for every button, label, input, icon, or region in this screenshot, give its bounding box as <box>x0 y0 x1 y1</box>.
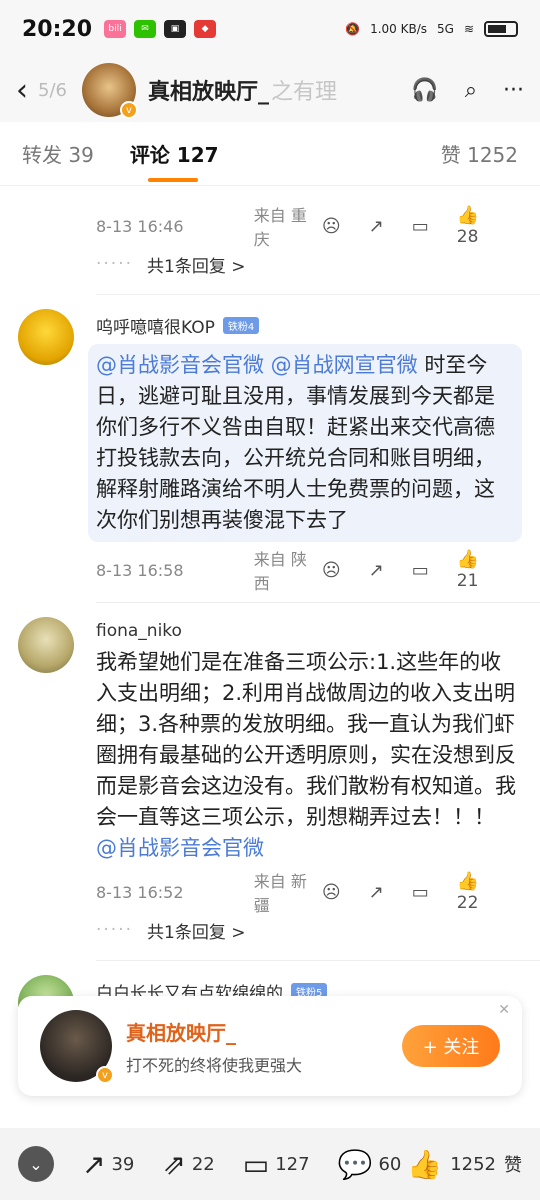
like-icon[interactable]: 👍 21 <box>457 549 504 591</box>
comment-location: 来自 陕西 <box>253 550 307 593</box>
follow-button[interactable]: + 关注 <box>402 1025 500 1067</box>
status-time: 20:20 <box>22 16 93 42</box>
comment-item: 呜呼噫嘻很KOP 铁粉4 @肖战影音会官微 @肖战网宣官微 时至今日，逃避可耻且… <box>0 295 540 593</box>
mention-link[interactable]: @肖战影音会官微 @肖战网宣官微 <box>96 353 418 377</box>
tab-bar: 转发 39 评论 127 赞 1252 <box>0 122 540 186</box>
comment-time: 8-13 16:58 <box>96 560 184 580</box>
reply-icon[interactable]: ▭ <box>412 560 429 581</box>
comment-meta: 8-13 16:52 来自 新疆 ☹ ↗ ▭ 👍 22 <box>96 871 522 915</box>
search-icon[interactable]: ⌕ <box>465 78 477 103</box>
follow-card-name[interactable]: 真相放映厅_ <box>126 1017 302 1046</box>
view-replies-link[interactable]: ····· 共1条回复 > <box>96 246 540 282</box>
like-icon: 👍 <box>407 1147 443 1181</box>
top-bar: ‹ 5/6 v 真相放映厅_ 之有理 🎧 ⌕ ··· <box>0 58 540 122</box>
comment-text: @肖战影音会官微 @肖战网宣官微 时至今日，逃避可耻且没用，事情发展到今天都是你… <box>88 344 522 542</box>
status-indicators: 🔕 1.00 KB/s 5G ≋ <box>345 21 518 37</box>
mute-icon: 🔕 <box>345 22 361 36</box>
like-icon[interactable]: 👍 28 <box>457 205 504 247</box>
battery-icon <box>484 21 518 37</box>
comment-meta: 8-13 16:58 来自 陕西 ☹ ↗ ▭ 👍 21 <box>96 549 522 593</box>
more-icon[interactable]: ··· <box>503 78 524 103</box>
share-button[interactable]: ⇗ 22 <box>162 1148 214 1181</box>
ghost-text: 之有理 <box>271 80 338 105</box>
wechat-icon: ✉ <box>134 20 157 38</box>
share-icon[interactable]: ↗ <box>369 560 384 581</box>
author-name[interactable]: 真相放映厅_ <box>148 74 269 106</box>
author-avatar[interactable]: v <box>82 63 138 119</box>
repost-icon: ↗ <box>82 1147 106 1181</box>
signal-label: 5G <box>437 22 454 36</box>
app-icon-red: ◆ <box>194 20 217 38</box>
comment-text: 我希望她们是在准备三项公示:1.这些年的收入支出明细；2.利用肖战做周边的收入支… <box>96 650 516 860</box>
follow-card-subtitle: 打不死的终将使我更强大 <box>126 1055 303 1075</box>
share-icon: ⇗ <box>162 1147 186 1181</box>
follow-card-avatar[interactable]: v <box>40 1010 114 1084</box>
chat-bubble-icon: 💬 <box>337 1147 373 1181</box>
dislike-icon[interactable]: ☹ <box>322 216 341 237</box>
share-icon[interactable]: ↗ <box>369 882 384 903</box>
comment-item: fiona_niko 我希望她们是在准备三项公示:1.这些年的收入支出明细；2.… <box>0 603 540 915</box>
repost-button[interactable]: ↗ 39 <box>82 1148 134 1181</box>
reply-icon[interactable]: ▭ <box>412 216 429 237</box>
listen-icon[interactable]: 🎧 <box>411 78 438 103</box>
page-indicator: 5/6 <box>38 79 67 101</box>
like-button[interactable]: 👍 1252 赞 <box>407 1148 522 1181</box>
comment-meta: 8-13 16:46 来自 重庆 ☹ ↗ ▭ 👍 28 <box>96 205 522 249</box>
comment-location: 来自 重庆 <box>253 206 307 249</box>
dislike-icon[interactable]: ☹ <box>322 882 341 903</box>
app-icon: ▣ <box>164 20 187 38</box>
chat-button[interactable]: 💬 60 <box>338 1148 402 1181</box>
verified-badge-icon: v <box>120 101 138 119</box>
tab-likes[interactable]: 赞 1252 <box>441 139 518 168</box>
bottom-action-bar: ⌄ ↗ 39 ⇗ 22 ▭ 127 💬 60 👍 1252 赞 <box>0 1128 540 1200</box>
follow-card: v 真相放映厅_ 打不死的终将使我更强大 + 关注 ✕ <box>18 996 522 1096</box>
comment-location: 来自 新疆 <box>253 872 307 915</box>
commenter-avatar[interactable] <box>18 309 74 365</box>
wifi-icon: ≋ <box>463 22 474 36</box>
collapse-icon[interactable]: ⌄ <box>18 1146 54 1182</box>
verified-badge-icon: v <box>96 1066 114 1084</box>
close-icon[interactable]: ✕ <box>498 1002 510 1018</box>
tab-comments[interactable]: 评论 127 <box>130 139 219 182</box>
reply-icon[interactable]: ▭ <box>412 882 429 903</box>
comment-time: 8-13 16:46 <box>96 216 184 236</box>
status-bar: 20:20 bili ✉ ▣ ◆ 🔕 1.00 KB/s 5G ≋ <box>0 0 540 58</box>
comment-button[interactable]: ▭ 127 <box>243 1148 310 1181</box>
comment-time: 8-13 16:52 <box>96 882 184 902</box>
comment-item: 8-13 16:46 来自 重庆 ☹ ↗ ▭ 👍 28 <box>0 186 540 249</box>
status-app-icons: bili ✉ ▣ ◆ <box>104 20 217 38</box>
fan-badge: 铁粉4 <box>222 317 260 334</box>
like-icon[interactable]: 👍 22 <box>457 871 504 913</box>
view-replies-link[interactable]: ····· 共1条回复 > <box>96 912 540 948</box>
tab-repost[interactable]: 转发 39 <box>22 139 94 168</box>
bilibili-icon: bili <box>104 20 127 38</box>
commenter-avatar[interactable] <box>18 617 74 673</box>
commenter-name[interactable]: 呜呼噫嘻很KOP <box>96 313 215 338</box>
network-speed: 1.00 KB/s <box>370 22 427 36</box>
commenter-name[interactable]: fiona_niko <box>96 621 182 641</box>
dislike-icon[interactable]: ☹ <box>322 560 341 581</box>
comment-icon: ▭ <box>242 1147 270 1181</box>
share-icon[interactable]: ↗ <box>369 216 384 237</box>
mention-link[interactable]: @肖战影音会官微 <box>96 836 264 860</box>
